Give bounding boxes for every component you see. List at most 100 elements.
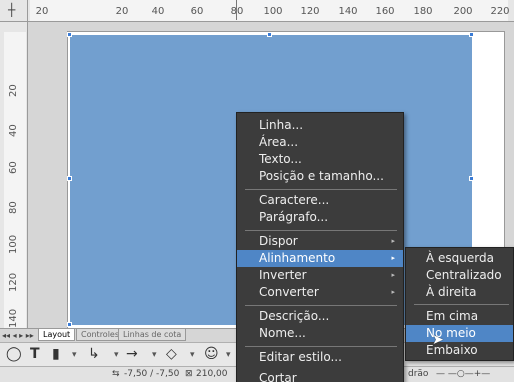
ruler-corner[interactable]: ┼ <box>0 0 28 22</box>
resize-handle[interactable] <box>67 32 72 37</box>
ruler-tick: 200 <box>453 6 473 17</box>
context-menu: Linha... Área... Texto... Posição e tama… <box>236 112 404 382</box>
menu-separator <box>245 230 397 231</box>
menu-item-label: Texto... <box>259 152 302 166</box>
submenu-arrow-icon: ▸ <box>391 271 395 279</box>
submenu-item-bottom[interactable]: Embaixo <box>406 342 513 359</box>
ruler-tick: 180 <box>413 6 433 17</box>
menu-item-label: À direita <box>426 285 477 299</box>
menu-item-edit-style[interactable]: Editar estilo... <box>237 349 403 366</box>
menu-item-label: Editar estilo... <box>259 350 342 364</box>
ruler-tick: 100 <box>8 234 19 254</box>
resize-handle[interactable] <box>469 32 474 37</box>
ruler-tick: 20 <box>8 84 19 97</box>
menu-item-text[interactable]: Texto... <box>237 151 403 168</box>
menu-item-position-size[interactable]: Posição e tamanho... <box>237 168 403 185</box>
shapes-icon[interactable]: ◇ <box>166 346 177 362</box>
menu-item-flip[interactable]: Inverter ▸ <box>237 267 403 284</box>
ruler-tick: 40 <box>8 124 19 137</box>
menu-item-label: Alinhamento <box>259 251 336 265</box>
menu-item-label: Área... <box>259 135 299 149</box>
ruler-tick: 120 <box>8 272 19 292</box>
line-color-icon[interactable]: ▮ <box>52 346 60 362</box>
chevron-down-icon[interactable]: ▾ <box>114 350 119 360</box>
menu-item-label: Inverter <box>259 268 307 282</box>
resize-handle[interactable] <box>267 32 272 37</box>
ruler-tick: 60 <box>8 161 19 174</box>
menu-item-description[interactable]: Descrição... <box>237 308 403 325</box>
menu-item-label: Nome... <box>259 326 306 340</box>
menu-item-alignment[interactable]: Alinhamento ▸ <box>237 250 403 267</box>
menu-item-label: Linha... <box>259 118 304 132</box>
chevron-down-icon[interactable]: ▾ <box>190 350 195 360</box>
ruler-tick: 80 <box>230 6 244 17</box>
menu-item-arrange[interactable]: Dispor ▸ <box>237 233 403 250</box>
text-icon[interactable]: T <box>30 346 40 362</box>
horizontal-ruler[interactable]: 20 20 40 60 80 100 120 140 160 180 200 2… <box>0 0 514 22</box>
tab-navigation[interactable]: ◂◂ ◂ ▸ ▸▸ <box>2 331 34 340</box>
menu-item-label: Converter <box>259 285 319 299</box>
tab-dimension-lines[interactable]: Linhas de cota <box>118 329 187 341</box>
ruler-tick: 20 <box>35 6 49 17</box>
menu-separator <box>245 189 397 190</box>
menu-item-label: Em cima <box>426 309 479 323</box>
menu-item-label: Dispor <box>259 234 298 248</box>
vertical-ruler[interactable]: 20 40 60 80 100 120 140 <box>0 22 28 328</box>
menu-item-cut[interactable]: Cortar <box>237 370 403 382</box>
menu-item-label: Cortar <box>259 371 297 382</box>
menu-item-character[interactable]: Caractere... <box>237 192 403 209</box>
menu-separator <box>245 305 397 306</box>
ruler-position-marker <box>236 0 237 20</box>
position-icon: ⇆ <box>112 369 120 379</box>
ruler-tick: 140 <box>338 6 358 17</box>
submenu-arrow-icon: ▸ <box>391 237 395 245</box>
tab-layout[interactable]: Layout <box>38 329 76 341</box>
cursor-position: -7,50 / -7,50 <box>124 369 180 379</box>
symbol-icon[interactable]: ☺ <box>204 346 219 362</box>
resize-handle[interactable] <box>67 176 72 181</box>
menu-item-paragraph[interactable]: Parágrafo... <box>237 209 403 226</box>
zoom-slider[interactable]: — —○—+— <box>436 369 490 379</box>
menu-item-convert[interactable]: Converter ▸ <box>237 284 403 301</box>
ruler-tick: 100 <box>263 6 283 17</box>
menu-item-label: À esquerda <box>426 251 494 265</box>
object-size: 210,00 <box>196 369 228 379</box>
resize-handle[interactable] <box>469 176 474 181</box>
arrow-icon[interactable]: → <box>126 346 138 362</box>
size-icon: ⊠ <box>185 369 193 379</box>
menu-item-label: Parágrafo... <box>259 210 329 224</box>
connector-icon[interactable]: ↳ <box>88 346 100 362</box>
menu-item-label: Posição e tamanho... <box>259 169 384 183</box>
ruler-tick: 160 <box>375 6 395 17</box>
chevron-down-icon[interactable]: ▾ <box>226 350 231 360</box>
menu-separator <box>245 346 397 347</box>
menu-item-name[interactable]: Nome... <box>237 325 403 342</box>
menu-item-line[interactable]: Linha... <box>237 117 403 134</box>
menu-separator <box>414 304 509 305</box>
menu-item-label: Descrição... <box>259 309 330 323</box>
submenu-arrow-icon: ▸ <box>391 288 395 296</box>
ruler-tick: 120 <box>300 6 320 17</box>
chevron-down-icon[interactable]: ▾ <box>152 350 157 360</box>
menu-item-label: Centralizado <box>426 268 502 282</box>
select-icon[interactable]: ◯ <box>6 346 22 362</box>
submenu-arrow-icon: ▸ <box>391 254 395 262</box>
mouse-pointer-icon: ➤ <box>432 332 444 348</box>
resize-handle[interactable] <box>67 322 72 327</box>
ruler-tick: 80 <box>8 201 19 214</box>
ruler-tick: 220 <box>490 6 510 17</box>
chevron-down-icon[interactable]: ▾ <box>72 350 77 360</box>
submenu-item-top[interactable]: Em cima <box>406 308 513 325</box>
ruler-tick: 40 <box>151 6 165 17</box>
submenu-item-middle[interactable]: No meio <box>406 325 513 342</box>
tab-stop-icon[interactable]: ┼ <box>8 3 15 17</box>
ruler-tick: 60 <box>190 6 204 17</box>
tab-controls[interactable]: Controles <box>76 329 125 341</box>
menu-item-area[interactable]: Área... <box>237 134 403 151</box>
submenu-item-right[interactable]: À direita <box>406 284 513 301</box>
alignment-submenu: À esquerda Centralizado À direita Em cim… <box>405 247 514 361</box>
submenu-item-left[interactable]: À esquerda <box>406 250 513 267</box>
ruler-tick: 140 <box>8 308 19 328</box>
submenu-item-centered[interactable]: Centralizado <box>406 267 513 284</box>
page-style[interactable]: drão <box>408 369 428 379</box>
